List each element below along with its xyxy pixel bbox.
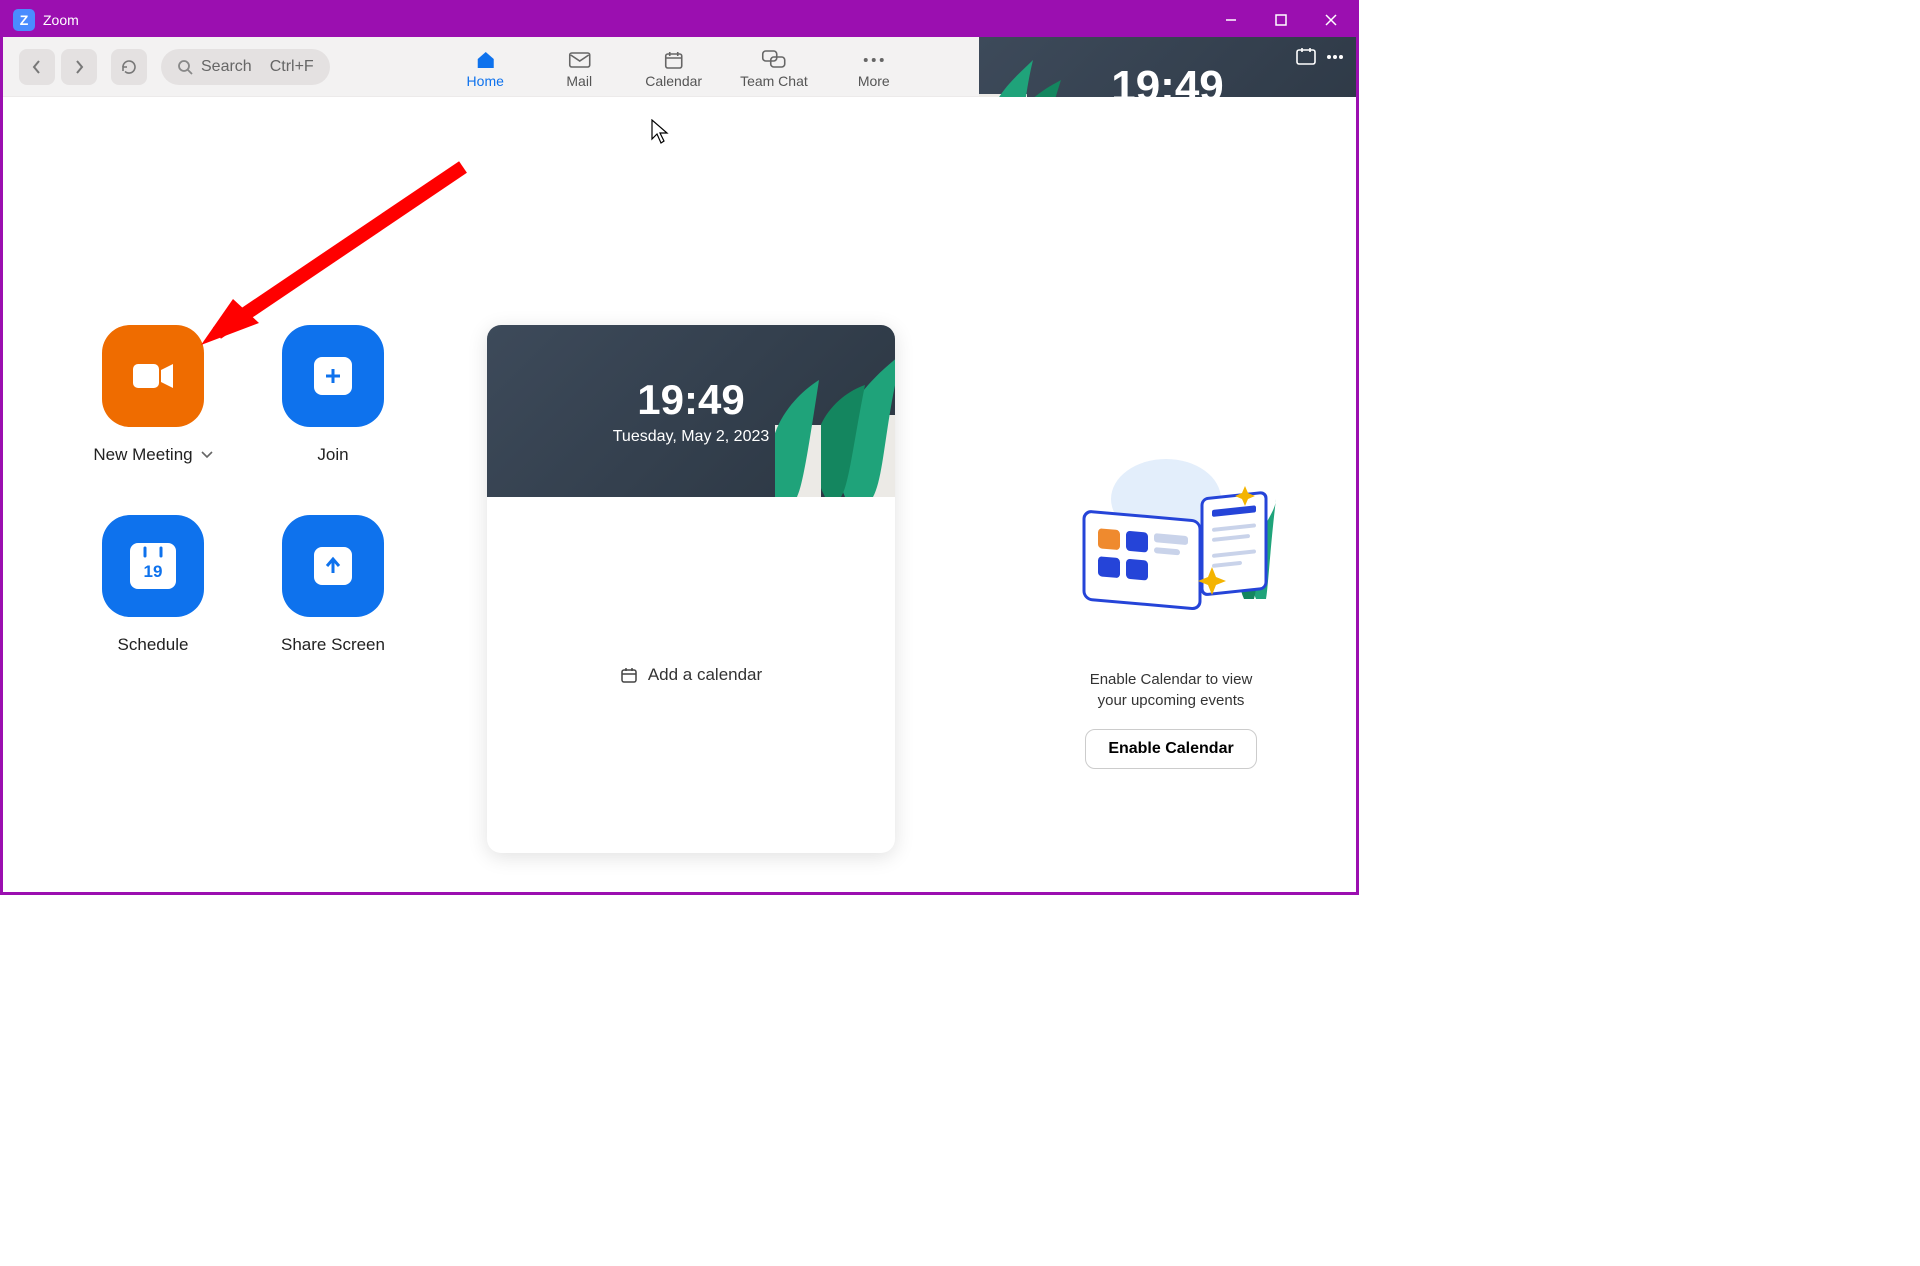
main-tabs: Home Mail Calendar Team Chat More — [457, 37, 902, 96]
more-icon — [863, 57, 885, 63]
chat-icon — [762, 50, 786, 70]
enable-calendar-promo: Enable Calendar to view your upcoming ev… — [1036, 459, 1306, 769]
add-calendar-button[interactable]: Add a calendar — [487, 497, 895, 853]
window-maximize-button[interactable] — [1256, 3, 1306, 37]
window-minimize-button[interactable] — [1206, 3, 1256, 37]
calendar-hero: 19:49 Tuesday, May 2, 2023 — [487, 325, 895, 497]
titlebar: Z Zoom — [3, 3, 1356, 37]
panel-more-button[interactable] — [1326, 47, 1344, 70]
calendar-time: 19:49 — [637, 376, 744, 424]
calendar-icon — [664, 50, 684, 70]
tab-mail[interactable]: Mail — [551, 45, 607, 89]
promo-illustration — [1066, 459, 1276, 639]
new-meeting-button[interactable] — [102, 325, 204, 427]
promo-line2: your upcoming events — [1090, 690, 1253, 711]
new-meeting-label[interactable]: New Meeting — [93, 445, 212, 465]
window-close-button[interactable] — [1306, 3, 1356, 37]
search-shortcut: Ctrl+F — [270, 58, 314, 76]
promo-line1: Enable Calendar to view — [1090, 669, 1253, 690]
calendar-date: Tuesday, May 2, 2023 — [613, 428, 770, 446]
join-button[interactable] — [282, 325, 384, 427]
nav-back-button[interactable] — [19, 49, 55, 85]
nav-forward-button[interactable] — [61, 49, 97, 85]
enable-calendar-button[interactable]: Enable Calendar — [1085, 729, 1256, 769]
window-title: Zoom — [43, 12, 1206, 28]
action-grid: New Meeting Join 19 Schedule — [63, 325, 423, 655]
app-icon: Z — [13, 9, 35, 31]
share-screen-button[interactable] — [282, 515, 384, 617]
share-screen-label: Share Screen — [281, 635, 385, 655]
search-input[interactable]: Search Ctrl+F — [161, 49, 330, 85]
search-placeholder: Search — [201, 58, 252, 76]
chevron-down-icon — [201, 451, 213, 459]
calendar-card: 19:49 Tuesday, May 2, 2023 Add a calenda… — [487, 325, 895, 853]
tab-calendar[interactable]: Calendar — [645, 45, 702, 89]
schedule-day: 19 — [144, 562, 163, 582]
home-icon — [474, 50, 496, 70]
history-button[interactable] — [111, 49, 147, 85]
video-icon — [129, 360, 177, 392]
tab-team-chat[interactable]: Team Chat — [740, 45, 808, 89]
search-icon — [177, 59, 193, 75]
schedule-button[interactable]: 19 — [102, 515, 204, 617]
schedule-label: Schedule — [118, 635, 189, 655]
calendar-plus-icon — [620, 666, 638, 684]
join-label: Join — [317, 445, 348, 465]
tab-more[interactable]: More — [846, 45, 902, 89]
arrow-up-icon — [323, 556, 343, 576]
plant-icon — [775, 325, 895, 497]
mail-icon — [568, 52, 590, 68]
plus-icon — [323, 366, 343, 386]
home-main: New Meeting Join 19 Schedule — [3, 97, 1356, 892]
background-button[interactable] — [1296, 47, 1316, 70]
tab-home[interactable]: Home — [457, 45, 513, 89]
